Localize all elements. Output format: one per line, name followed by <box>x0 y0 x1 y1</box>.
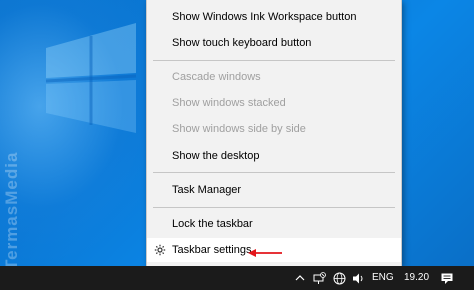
menu-item-show-ink-workspace[interactable]: Show Windows Ink Workspace button <box>147 5 401 29</box>
watermark-text: TermasMedia <box>2 151 21 266</box>
volume-icon[interactable] <box>352 272 365 285</box>
menu-item-show-windows-stacked[interactable]: Show windows stacked <box>147 91 401 115</box>
clock[interactable]: 19.20 <box>404 266 429 290</box>
menu-separator <box>153 60 395 61</box>
network-disconnected-icon[interactable] <box>312 272 326 285</box>
menu-separator <box>153 172 395 173</box>
globe-icon[interactable] <box>333 272 346 285</box>
menu-item-label: Taskbar settings <box>172 244 252 256</box>
notification-icon[interactable] <box>440 272 454 285</box>
menu-item-lock-taskbar[interactable]: Lock the taskbar <box>147 212 401 236</box>
menu-item-show-touch-keyboard[interactable]: Show touch keyboard button <box>147 31 401 55</box>
gear-icon <box>154 244 166 256</box>
red-arrow-annotation-icon <box>248 249 282 257</box>
taskbar-context-menu: Show Windows Ink Workspace button Show t… <box>146 0 402 266</box>
menu-separator <box>153 207 395 208</box>
menu-item-show-desktop[interactable]: Show the desktop <box>147 144 401 168</box>
chevron-up-icon[interactable] <box>295 274 305 282</box>
menu-item-show-windows-side-by-side[interactable]: Show windows side by side <box>147 117 401 141</box>
menu-item-cascade-windows[interactable]: Cascade windows <box>147 65 401 89</box>
windows-logo-icon <box>45 23 137 133</box>
language-indicator[interactable]: ENG <box>372 266 394 290</box>
taskbar: ENG 19.20 <box>0 266 474 290</box>
menu-item-task-manager[interactable]: Task Manager <box>147 178 401 202</box>
menu-item-taskbar-settings[interactable]: Taskbar settings <box>147 238 401 262</box>
